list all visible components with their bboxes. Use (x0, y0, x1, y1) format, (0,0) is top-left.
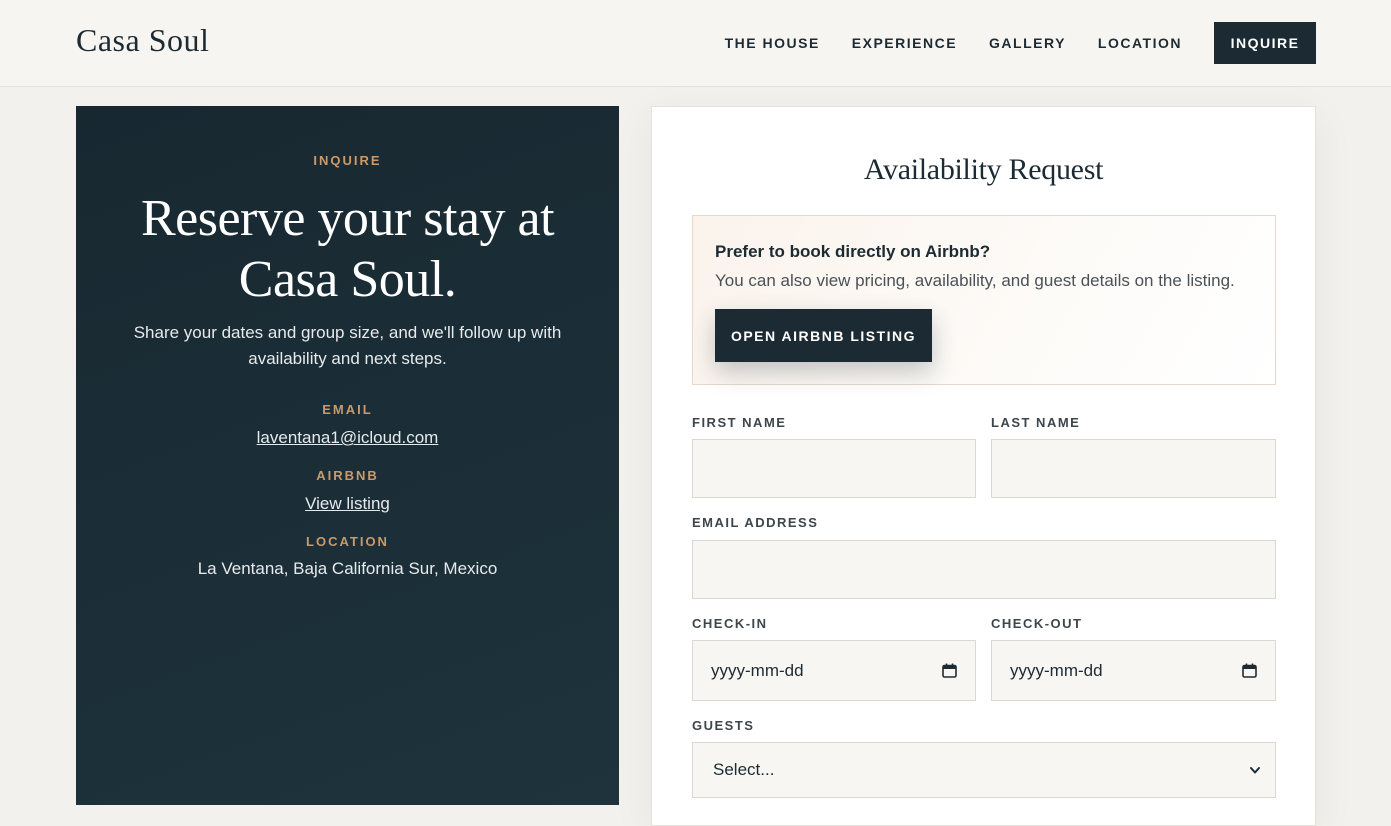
email-address-field[interactable] (692, 540, 1276, 599)
calendar-icon[interactable] (1242, 663, 1257, 678)
intro-eyebrow: INQUIRE (313, 153, 382, 168)
email-link[interactable]: laventana1@icloud.com (76, 428, 619, 448)
intro-title: Reserve your stay at Casa Soul. (140, 190, 555, 308)
nav-the-house[interactable]: THE HOUSE (725, 35, 820, 51)
site-header: Casa Soul THE HOUSE EXPERIENCE GALLERY L… (0, 0, 1391, 87)
checkin-placeholder: yyyy-mm-dd (711, 660, 804, 680)
chevron-down-icon (1250, 767, 1260, 774)
nav-location[interactable]: LOCATION (1098, 35, 1182, 51)
inquire-button[interactable]: INQUIRE (1214, 22, 1316, 64)
airbnb-view-listing-link[interactable]: View listing (76, 494, 619, 514)
open-airbnb-listing-button[interactable]: OPEN AIRBNB LISTING (715, 309, 932, 362)
intro-panel: INQUIRE Reserve your stay at Casa Soul. … (76, 106, 619, 805)
availability-form: Availability Request Prefer to book dire… (651, 106, 1316, 826)
last-name-field[interactable] (991, 439, 1276, 498)
site-logo[interactable]: Casa Soul (76, 22, 209, 59)
guests-label: GUESTS (692, 718, 755, 733)
checkout-placeholder: yyyy-mm-dd (1010, 660, 1103, 680)
airbnb-label: AIRBNB (316, 468, 379, 483)
airbnb-callout-title: Prefer to book directly on Airbnb? (715, 242, 991, 261)
checkin-date-field[interactable]: yyyy-mm-dd (692, 640, 976, 701)
checkout-date-field[interactable]: yyyy-mm-dd (991, 640, 1276, 701)
checkout-label: CHECK-OUT (991, 616, 1083, 631)
calendar-icon[interactable] (942, 663, 957, 678)
main-nav: THE HOUSE EXPERIENCE GALLERY LOCATION IN… (725, 22, 1316, 64)
first-name-label: FIRST NAME (692, 415, 787, 430)
guests-selected-value: Select... (713, 760, 775, 779)
last-name-label: LAST NAME (991, 415, 1081, 430)
airbnb-callout-text: You can also view pricing, availability,… (715, 271, 1235, 290)
checkin-label: CHECK-IN (692, 616, 768, 631)
guests-select[interactable]: Select... (692, 742, 1276, 798)
nav-experience[interactable]: EXPERIENCE (852, 35, 957, 51)
airbnb-callout: Prefer to book directly on Airbnb? You c… (692, 215, 1276, 385)
form-title: Availability Request (863, 153, 1104, 186)
location-value: La Ventana, Baja California Sur, Mexico (197, 559, 498, 578)
location-label: LOCATION (306, 534, 389, 549)
email-label: EMAIL (322, 402, 373, 417)
email-address-label: EMAIL ADDRESS (692, 515, 819, 530)
nav-gallery[interactable]: GALLERY (989, 35, 1066, 51)
first-name-field[interactable] (692, 439, 976, 498)
intro-subtitle: Share your dates and group size, and we'… (133, 323, 562, 368)
